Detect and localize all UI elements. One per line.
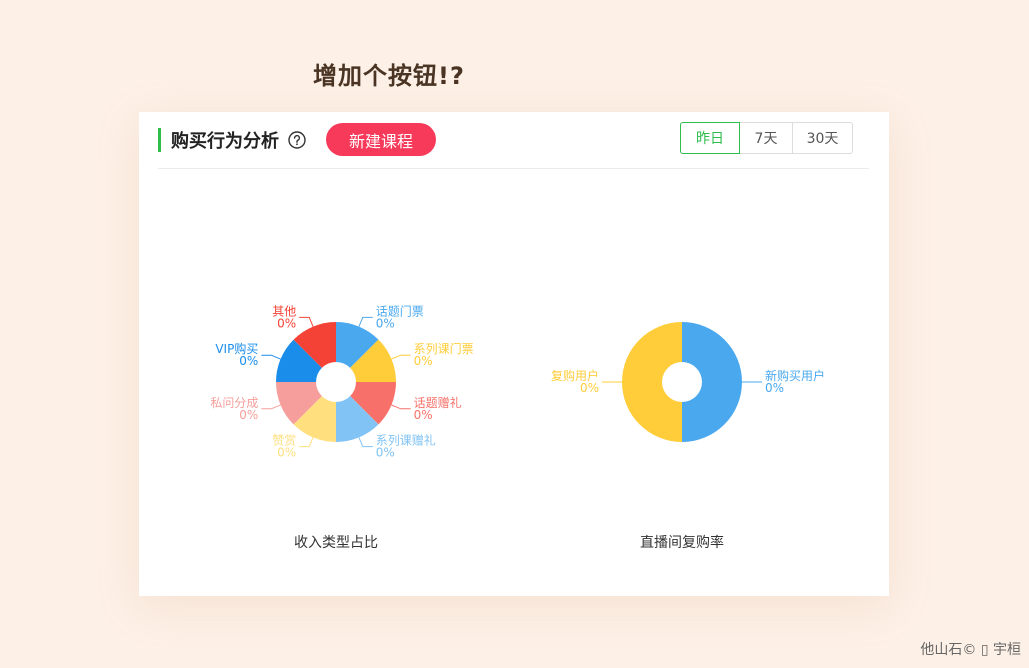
revenue-type-label-line-4 xyxy=(299,437,314,448)
watermark: 他山石© ▯ 宇桓 xyxy=(920,642,1021,658)
revenue-type-pie: 话题门票0%系列课门票0%话题赠礼0%系列课赠礼0%赞赏0%私问分成0%VIP购… xyxy=(210,303,473,459)
purchase-analysis-card: 购买行为分析 新建课程 昨日 7天 30天 话题门票 0% 系列课门票 0% 话题赠礼 0… xyxy=(139,112,889,596)
revenue-type-percent-6: 0% xyxy=(239,354,258,368)
repurchase-rate-percent-0: 0% xyxy=(765,381,784,395)
revenue-type-label-line-6 xyxy=(261,354,281,360)
revenue-type-label-line-3 xyxy=(358,437,373,448)
revenue-type-percent-7: 0% xyxy=(277,316,296,330)
revenue-type-label-line-2 xyxy=(391,404,411,410)
revenue-type-label-line-7 xyxy=(299,316,314,327)
revenue-type-percent-4: 0% xyxy=(277,446,296,460)
revenue-type-label-line-1 xyxy=(391,354,411,360)
revenue-type-percent-3: 0% xyxy=(376,446,395,460)
revenue-type-center-hole xyxy=(316,362,356,402)
repurchase-rate-chart-title: 直播间复购率 xyxy=(640,535,724,551)
revenue-type-label-line-5 xyxy=(261,404,281,410)
revenue-type-percent-5: 0% xyxy=(239,408,258,422)
revenue-type-label-line-0 xyxy=(358,316,373,327)
page-heading: 增加个按钮!? xyxy=(313,62,465,90)
repurchase-rate-center-hole xyxy=(662,362,702,402)
revenue-type-chart-title: 收入类型占比 xyxy=(294,535,378,551)
repurchase-rate-percent-1: 0% xyxy=(580,381,599,395)
repurchase-rate-pie: 新购买用户0%复购用户0% xyxy=(551,322,825,442)
range-yesterday-button[interactable]: 昨日 xyxy=(680,122,740,154)
revenue-type-percent-1: 0% xyxy=(414,354,433,368)
revenue-type-percent-0: 0% xyxy=(376,316,395,330)
revenue-type-percent-2: 0% xyxy=(414,408,433,422)
pie-charts-canvas: 话题门票0%系列课门票0%话题赠礼0%系列课赠礼0%赞赏0%私问分成0%VIP购… xyxy=(210,303,825,459)
